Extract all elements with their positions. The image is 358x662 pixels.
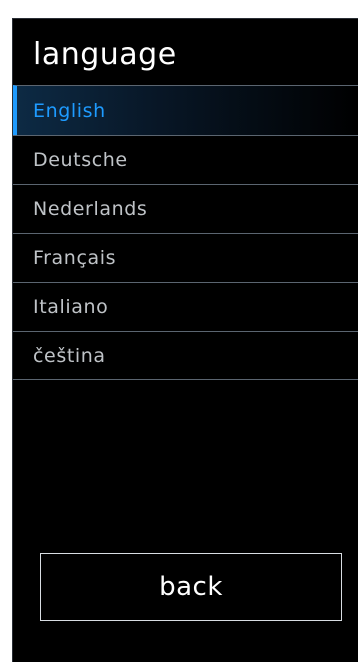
language-item-label: Nederlands (33, 198, 148, 220)
language-item-label: English (33, 99, 106, 122)
language-screen: language English Deutsche Nederlands Fra… (12, 18, 358, 662)
language-item-cestina[interactable]: čeština (13, 331, 358, 380)
language-list: English Deutsche Nederlands Français Ita… (13, 85, 358, 380)
language-item-italiano[interactable]: Italiano (13, 282, 358, 331)
language-item-label: čeština (33, 344, 106, 367)
language-item-francais[interactable]: Français (13, 233, 358, 282)
language-item-english[interactable]: English (13, 85, 358, 135)
language-item-nederlands[interactable]: Nederlands (13, 184, 358, 233)
language-item-label: Deutsche (33, 149, 128, 171)
language-item-label: Italiano (33, 296, 109, 318)
back-button[interactable]: back (40, 553, 342, 621)
language-item-label: Français (33, 247, 117, 269)
language-item-deutsche[interactable]: Deutsche (13, 135, 358, 184)
page-title: language (33, 37, 177, 72)
